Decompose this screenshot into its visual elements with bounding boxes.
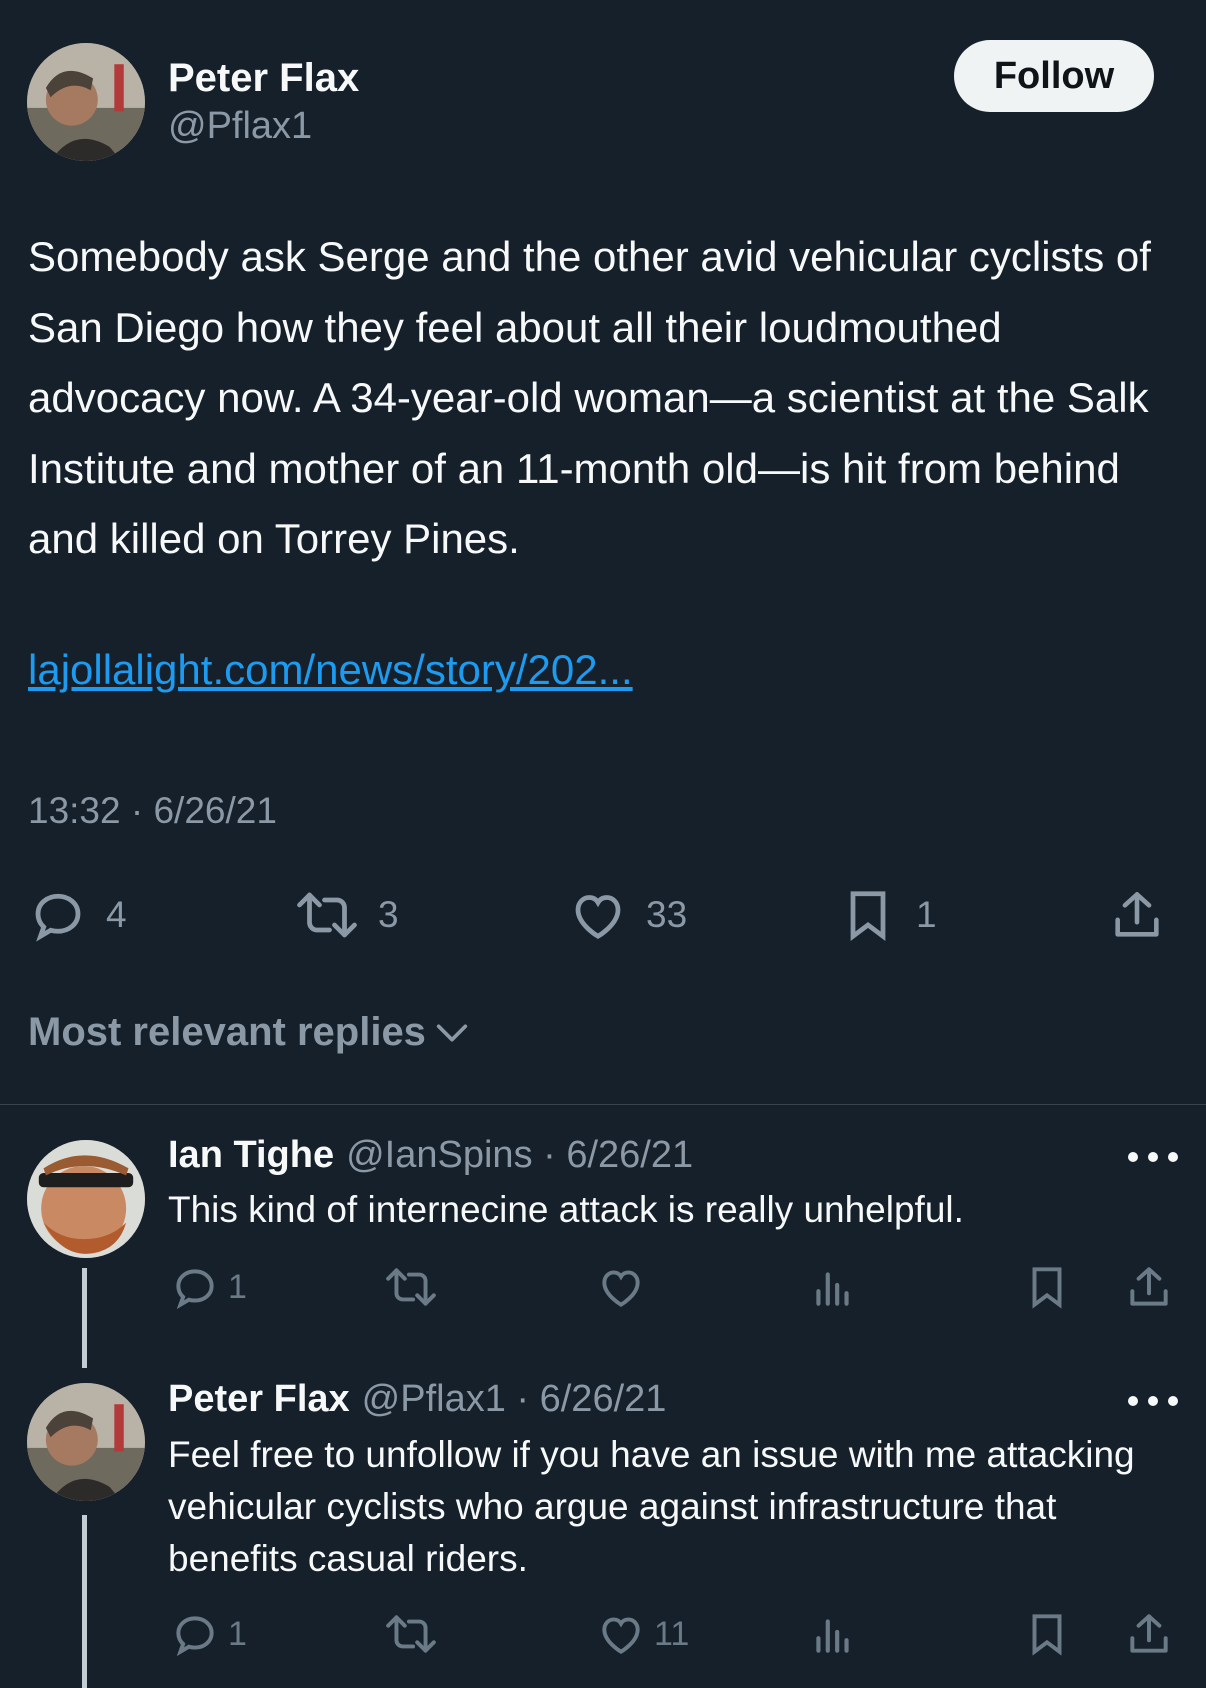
reply-button[interactable]: 1 — [170, 1262, 247, 1312]
reply-author-name[interactable]: Peter Flax — [168, 1378, 350, 1420]
tweet-timestamp[interactable]: 13:32 · 6/26/21 — [28, 790, 277, 832]
reply-sort-selector[interactable]: Most relevant replies — [28, 1010, 472, 1055]
bookmark-icon — [1032, 1614, 1062, 1656]
reply-button[interactable]: 1 — [170, 1609, 247, 1659]
tweet-text: Somebody ask Serge and the other avid ve… — [28, 233, 1151, 562]
like-button[interactable]: 11 — [596, 1609, 689, 1659]
bookmark-button[interactable]: 1 — [838, 885, 937, 945]
reply-avatar[interactable] — [27, 1140, 145, 1258]
bookmark-icon — [1032, 1267, 1062, 1309]
like-count: 11 — [654, 1614, 690, 1653]
author-avatar[interactable] — [27, 43, 145, 161]
retweet-icon — [386, 1615, 436, 1653]
more-icon[interactable] — [1128, 1391, 1178, 1411]
views-button[interactable] — [808, 1609, 858, 1659]
retweet-button[interactable]: 3 — [294, 885, 399, 945]
share-icon — [1115, 892, 1159, 937]
share-icon — [1130, 1614, 1168, 1653]
reply-text: This kind of internecine attack is reall… — [168, 1189, 964, 1230]
views-icon — [816, 1619, 849, 1653]
bookmark-button[interactable] — [1022, 1609, 1072, 1659]
bookmark-count: 1 — [916, 894, 937, 935]
bookmark-button[interactable] — [1022, 1262, 1072, 1312]
retweet-icon — [386, 1268, 436, 1306]
share-button[interactable] — [1124, 1262, 1174, 1312]
thread-line — [82, 1515, 87, 1688]
reply-meta: @Pflax1 · 6/26/21 — [361, 1378, 667, 1420]
share-button[interactable] — [1108, 885, 1166, 945]
like-button[interactable]: 33 — [568, 885, 687, 945]
views-icon — [816, 1272, 849, 1306]
bookmark-icon — [850, 891, 886, 941]
reply-count: 1 — [228, 1614, 247, 1653]
reply-avatar[interactable] — [27, 1383, 145, 1501]
like-button[interactable] — [596, 1262, 654, 1312]
share-icon — [1130, 1267, 1168, 1306]
share-button[interactable] — [1124, 1609, 1174, 1659]
reply-author-name[interactable]: Ian Tighe — [168, 1134, 334, 1176]
views-button[interactable] — [808, 1262, 858, 1312]
author-handle[interactable]: @Pflax1 — [168, 105, 312, 148]
reply-text: Feel free to unfollow if you have an iss… — [168, 1434, 1135, 1579]
follow-button[interactable]: Follow — [954, 40, 1154, 112]
thread-line — [82, 1268, 87, 1368]
reply-header[interactable]: Ian Tighe @IanSpins · 6/26/21 — [168, 1134, 693, 1177]
retweet-button[interactable] — [384, 1262, 438, 1312]
reply-icon — [176, 1269, 214, 1310]
heart-icon — [602, 1270, 640, 1307]
sort-label: Most relevant replies — [28, 1010, 426, 1054]
reply-icon — [35, 893, 81, 942]
tweet-link[interactable]: lajollalight.com/news/story/202... — [28, 646, 633, 694]
reply-header[interactable]: Peter Flax @Pflax1 · 6/26/21 — [168, 1378, 666, 1421]
reply-meta: @IanSpins · 6/26/21 — [346, 1134, 694, 1176]
like-count: 33 — [646, 894, 688, 935]
reply-count: 1 — [228, 1267, 247, 1306]
more-icon[interactable] — [1128, 1147, 1178, 1167]
heart-icon — [602, 1617, 640, 1654]
retweet-button[interactable] — [384, 1609, 438, 1659]
author-name[interactable]: Peter Flax — [168, 56, 359, 101]
reply-button[interactable]: 4 — [28, 885, 127, 945]
heart-icon — [575, 895, 621, 939]
divider — [0, 1104, 1206, 1105]
chevron-down-icon — [436, 1023, 468, 1041]
reply-icon — [176, 1616, 214, 1657]
retweet-count: 3 — [378, 894, 399, 935]
retweet-icon — [297, 892, 357, 938]
reply-count: 4 — [106, 894, 127, 935]
